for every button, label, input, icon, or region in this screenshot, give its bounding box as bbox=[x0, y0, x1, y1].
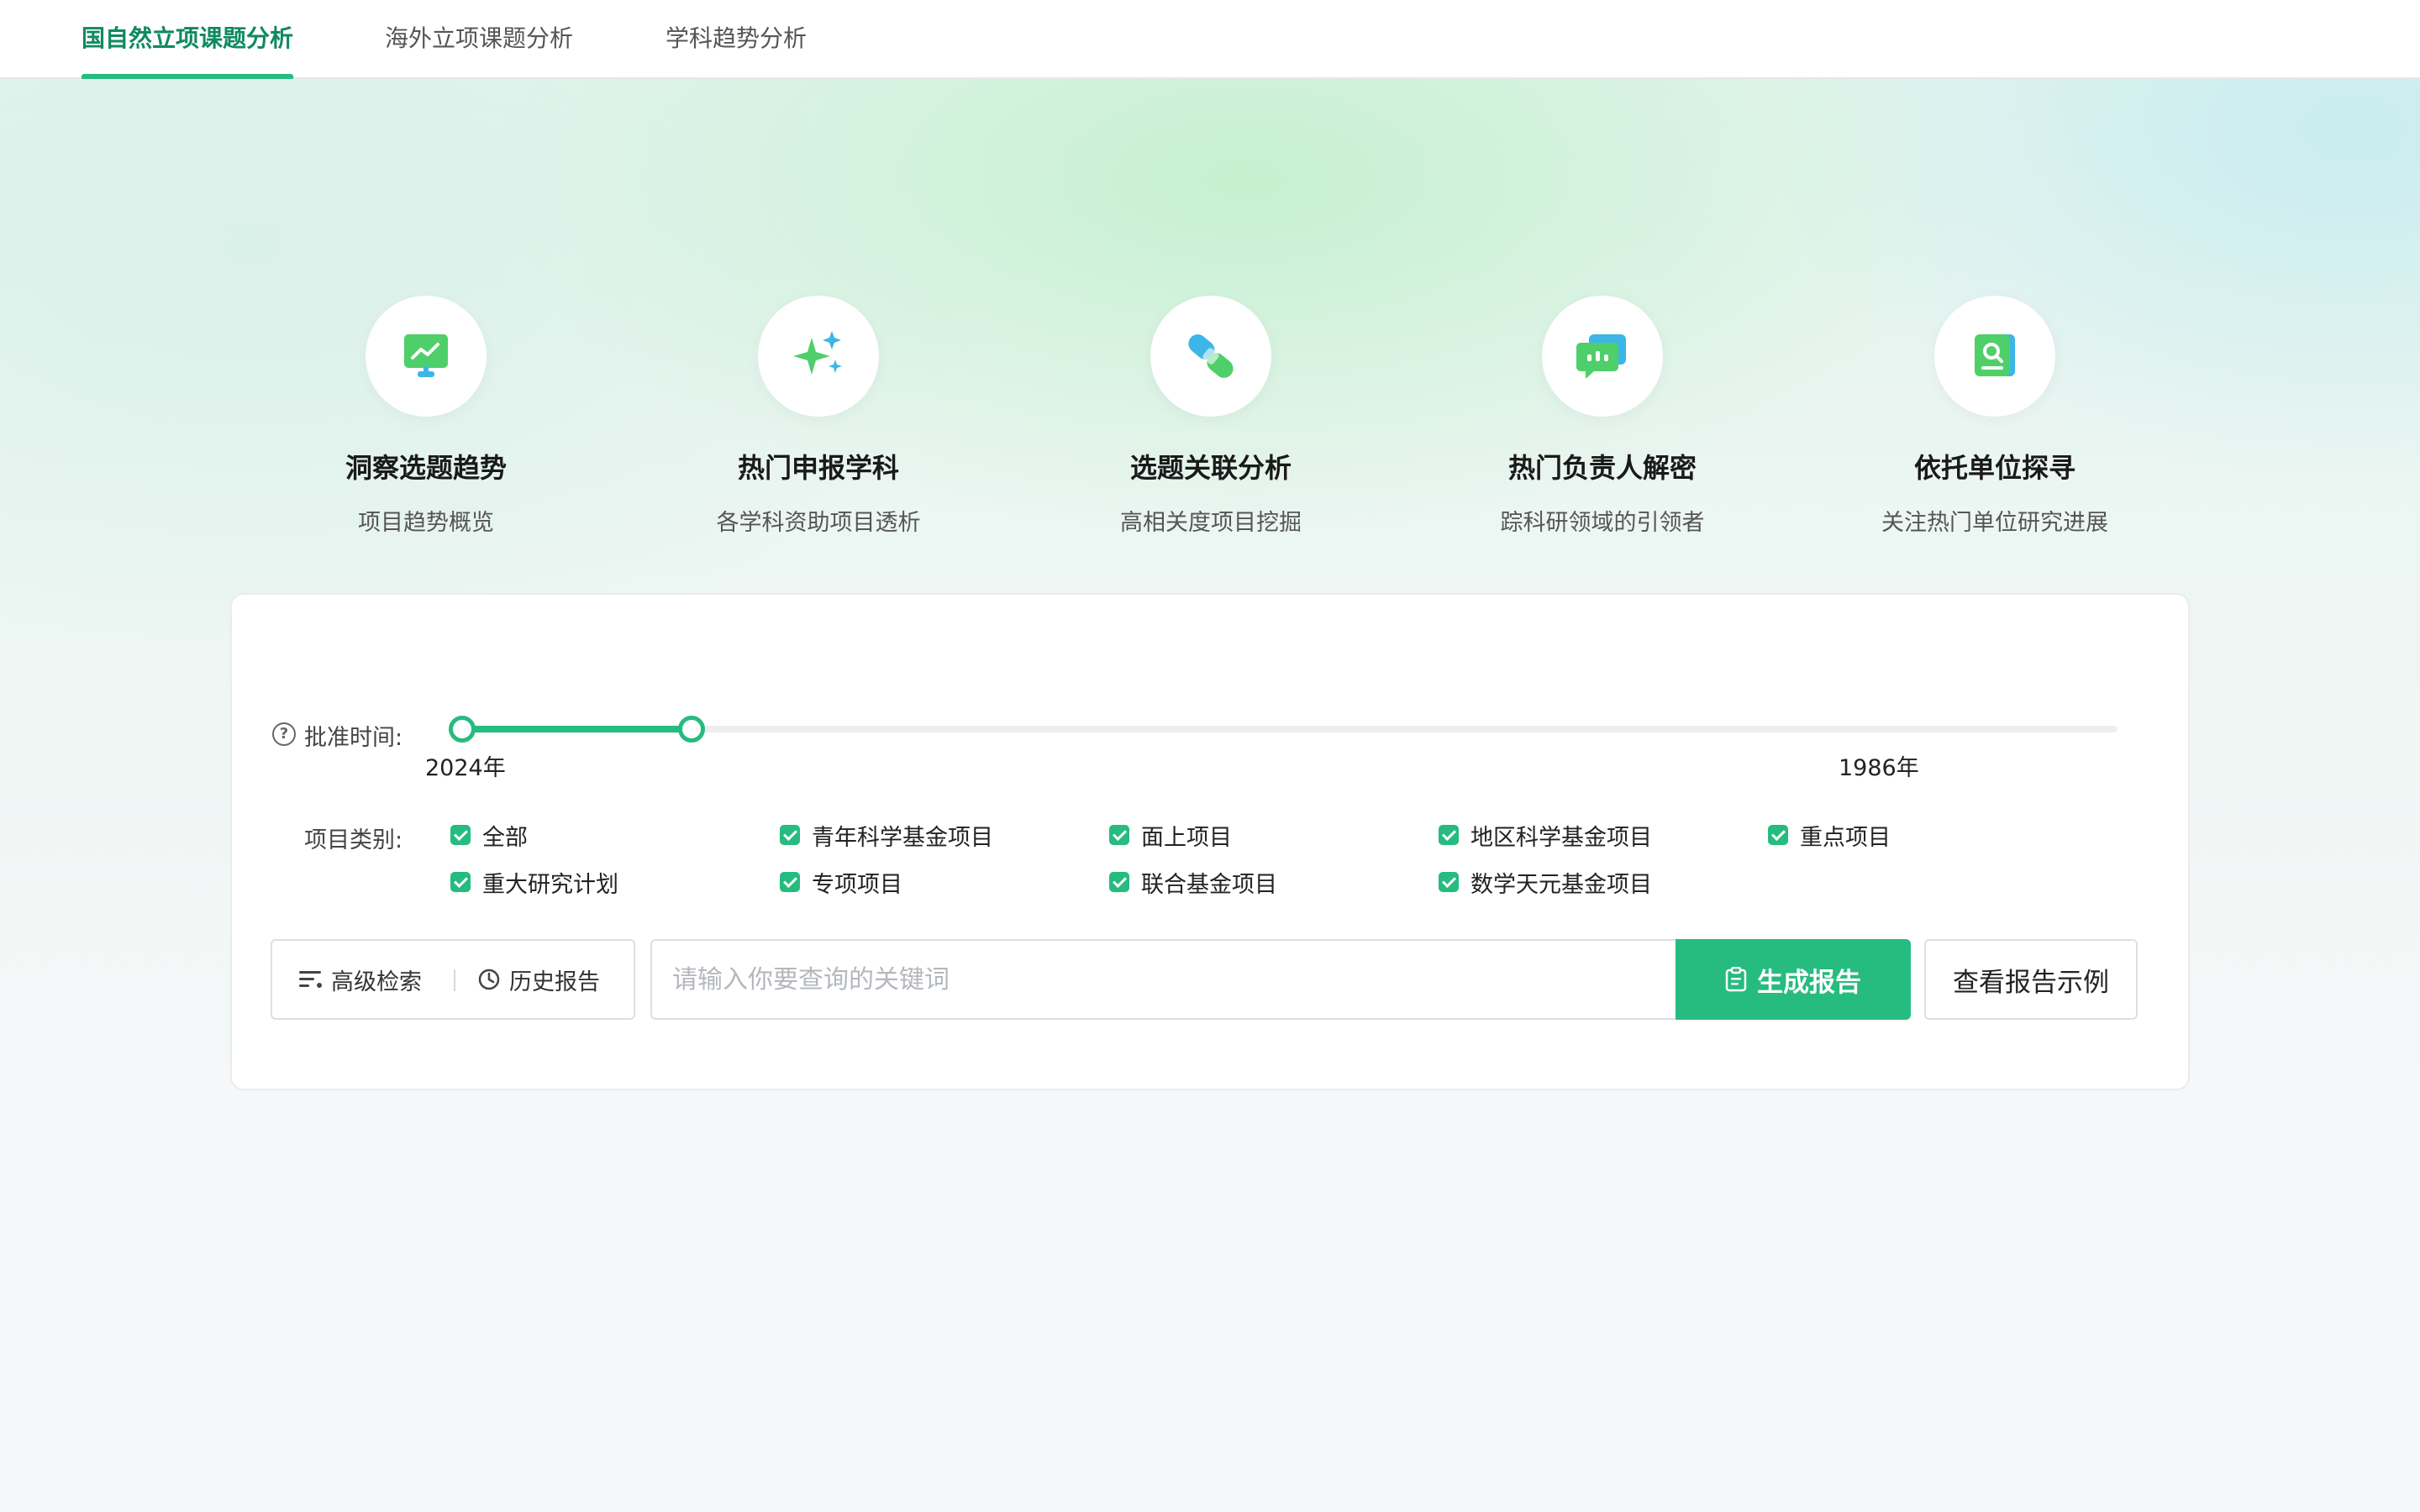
feature-title: 热门申报学科 bbox=[737, 452, 899, 484]
checkbox-label: 地区科学基金项目 bbox=[1470, 824, 1652, 851]
feature-subtitle: 关注热门单位研究进展 bbox=[1881, 510, 2108, 536]
category-checkbox-key[interactable]: 重点项目 bbox=[1768, 818, 1891, 852]
checkbox-label: 重大研究计划 bbox=[482, 871, 618, 898]
time-range-track[interactable] bbox=[462, 726, 2118, 732]
advanced-search-label: 高级检索 bbox=[331, 969, 422, 995]
category-checkbox-general[interactable]: 面上项目 bbox=[1109, 818, 1232, 852]
tab-nsfc-analysis[interactable]: 国自然立项课题分析 bbox=[82, 0, 294, 79]
history-report-button[interactable]: 历史报告 bbox=[477, 941, 600, 1018]
time-range-end-label: 1986年 bbox=[1839, 755, 1919, 781]
time-range-end-handle[interactable] bbox=[678, 716, 705, 743]
link-icon bbox=[1188, 334, 1234, 378]
time-range-start-label: 2024年 bbox=[425, 755, 506, 781]
checkbox-label: 全部 bbox=[482, 824, 528, 851]
feature-hot-pi: 热门负责人解密 踪科研领域的引领者 bbox=[1418, 296, 1787, 536]
generate-report-label: 生成报告 bbox=[1757, 967, 1861, 998]
view-example-report-button[interactable]: 查看报告示例 bbox=[1924, 939, 2138, 1020]
divider bbox=[454, 969, 455, 991]
feature-title: 洞察选题趋势 bbox=[345, 452, 507, 484]
checkbox-checked-icon bbox=[780, 872, 800, 892]
advanced-search-button[interactable]: 高级检索 bbox=[299, 941, 422, 1018]
category-checkbox-math-tianyuan[interactable]: 数学天元基金项目 bbox=[1439, 865, 1652, 899]
checkbox-checked-icon bbox=[1109, 872, 1129, 892]
feature-title: 热门负责人解密 bbox=[1507, 452, 1697, 484]
feature-subtitle: 项目趋势概览 bbox=[358, 510, 494, 536]
category-checkbox-major-research[interactable]: 重大研究计划 bbox=[450, 865, 618, 899]
checkbox-checked-icon bbox=[450, 825, 471, 845]
search-tools-group: 高级检索 历史报告 bbox=[271, 939, 635, 1020]
checkbox-checked-icon bbox=[780, 825, 800, 845]
checkbox-label: 青年科学基金项目 bbox=[812, 824, 993, 851]
feature-topic-relation: 选题关联分析 高相关度项目挖掘 bbox=[1026, 296, 1396, 536]
checkbox-label: 重点项目 bbox=[1800, 824, 1891, 851]
time-range-fill bbox=[462, 726, 692, 732]
category-checkbox-all[interactable]: 全部 bbox=[450, 818, 528, 852]
category-checkbox-joint-fund[interactable]: 联合基金项目 bbox=[1109, 865, 1277, 899]
feature-subtitle: 高相关度项目挖掘 bbox=[1120, 510, 1302, 536]
checkbox-label: 联合基金项目 bbox=[1141, 871, 1277, 898]
filter-lines-icon bbox=[299, 971, 322, 988]
category-label: 项目类别: bbox=[304, 827, 403, 853]
trend-chart-icon bbox=[404, 334, 448, 377]
sparkle-icon bbox=[793, 331, 842, 375]
checkbox-checked-icon bbox=[1439, 825, 1459, 845]
checkbox-checked-icon bbox=[1109, 825, 1129, 845]
checkbox-checked-icon bbox=[450, 872, 471, 892]
clock-icon bbox=[478, 969, 500, 990]
approval-time-label: 批准时间: bbox=[304, 725, 403, 751]
category-checkbox-special[interactable]: 专项项目 bbox=[780, 865, 902, 899]
clipboard-icon bbox=[1725, 967, 1747, 992]
feature-subtitle: 踪科研领域的引领者 bbox=[1500, 510, 1705, 536]
keyword-search-input[interactable] bbox=[650, 939, 1679, 1020]
history-report-label: 历史报告 bbox=[509, 969, 600, 995]
feature-title: 选题关联分析 bbox=[1129, 452, 1292, 484]
top-nav: 国自然立项课题分析 海外立项课题分析 学科趋势分析 bbox=[0, 0, 2420, 79]
checkbox-checked-icon bbox=[1439, 872, 1459, 892]
feature-icon-circle bbox=[366, 296, 487, 417]
feature-title: 依托单位探寻 bbox=[1913, 452, 2075, 484]
category-checkbox-regional[interactable]: 地区科学基金项目 bbox=[1439, 818, 1652, 852]
tab-overseas-analysis[interactable]: 海外立项课题分析 bbox=[385, 0, 573, 79]
checkbox-label: 专项项目 bbox=[812, 871, 902, 898]
time-range-start-handle[interactable] bbox=[449, 716, 476, 743]
help-icon[interactable]: ? bbox=[272, 722, 296, 746]
feature-hot-discipline: 热门申报学科 各学科资助项目透析 bbox=[634, 296, 1003, 536]
feature-icon-circle bbox=[758, 296, 879, 417]
feature-icon-circle bbox=[1542, 296, 1663, 417]
generate-report-button[interactable]: 生成报告 bbox=[1676, 939, 1911, 1020]
feature-topic-trend: 洞察选题趋势 项目趋势概览 bbox=[241, 296, 611, 536]
feature-institution: 依托单位探寻 关注热门单位研究进展 bbox=[1810, 296, 2180, 536]
checkbox-label: 数学天元基金项目 bbox=[1470, 871, 1652, 898]
tab-discipline-trend[interactable]: 学科趋势分析 bbox=[666, 0, 807, 79]
checkbox-checked-icon bbox=[1768, 825, 1788, 845]
chat-icon bbox=[1576, 334, 1626, 379]
book-search-icon bbox=[1975, 334, 2015, 376]
feature-icon-circle bbox=[1934, 296, 2055, 417]
search-card: ? 批准时间: 2024年 1986年 项目类别: 全部 青年科学基金项目 面上… bbox=[230, 593, 2190, 1090]
checkbox-label: 面上项目 bbox=[1141, 824, 1232, 851]
category-checkbox-youth[interactable]: 青年科学基金项目 bbox=[780, 818, 993, 852]
feature-subtitle: 各学科资助项目透析 bbox=[716, 510, 921, 536]
feature-icon-circle bbox=[1150, 296, 1271, 417]
